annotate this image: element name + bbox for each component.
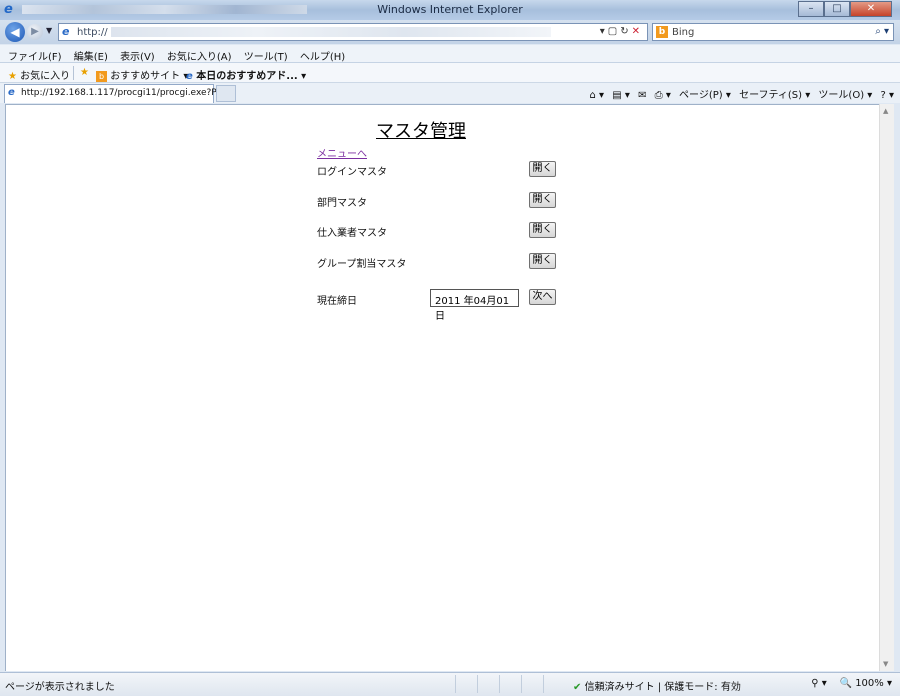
window-frame-edge [894,104,900,671]
web-slice-icon: e [186,71,193,82]
closing-date-label: 現在締日 [317,296,357,307]
bing-icon: b [656,26,668,38]
address-tools: ▾▢↻✕ [600,26,643,37]
menu-favorites[interactable]: お気に入り(A) [167,45,232,63]
favorites-bar: ★ お気に入り ★ b おすすめサイト ▾ e 本日のおすすめアド... ▾ [0,63,900,83]
menu-link[interactable]: メニューへ [317,145,367,160]
home-icon[interactable]: ⌂ ▾ [590,90,605,101]
tab-title: http://192.168.1.117/procgi11/procgi.exe… [21,88,224,98]
title-bar: e Windows Internet Explorer – □ ✕ [0,0,900,20]
suggested-sites-icon: b [96,71,107,82]
add-favorite-button[interactable]: ★ [80,67,89,78]
login-master-label: ログインマスタ [317,167,387,178]
favorites-label: お気に入り [20,71,71,82]
suggested-sites-label: おすすめサイト ▾ [110,71,189,82]
security-zone[interactable]: ✔ 信頼済みサイト | 保護モード: 有効 [573,678,741,693]
page-menu[interactable]: ページ(P) ▾ [679,90,731,101]
zoom-dropdown-icon[interactable]: ▾ [887,678,892,689]
closing-date-field[interactable]: 2011 年04月01 日 [430,289,519,322]
menu-tools[interactable]: ツール(T) [244,45,288,63]
forward-button[interactable]: ▶ [27,24,43,40]
menu-file[interactable]: ファイル(F) [8,45,62,63]
status-bar: ページが表示されました ✔ 信頼済みサイト | 保護モード: 有効 ⚲ ▾ 🔍 … [0,672,900,696]
open-department-master-button[interactable]: 開く [529,192,556,208]
print-icon[interactable]: ⎙ ▾ [655,90,671,101]
open-login-master-button[interactable]: 開く [529,161,556,177]
history-dropdown-icon[interactable]: ▼ [46,26,52,35]
checkmark-icon: ✔ [573,682,582,693]
group-assign-master-label: グループ割当マスタ [317,259,407,270]
window-title: Windows Internet Explorer [377,3,523,16]
address-toolbar: ◀ ▶ ▼ e http:// ▾▢↻✕ b Bing ⌕ ▾ [0,20,900,44]
security-zone-label: 信頼済みサイト | 保護モード: 有効 [584,682,741,693]
minimize-button[interactable]: – [798,1,824,17]
back-button[interactable]: ◀ [5,22,25,42]
add-favorite-icon: ★ [80,67,89,78]
page-content: マスタ管理 メニューへ ログインマスタ 開く 部門マスタ 開く 仕入業者マスタ … [5,104,879,671]
favorites-button[interactable]: ★ お気に入り [8,67,70,82]
command-bar: ⌂ ▾ ▤ ▾ ✉ ⎙ ▾ ページ(P) ▾ セーフティ(S) ▾ ツール(O)… [585,86,895,101]
zoom-control[interactable]: ⚲ ▾ 🔍 100% ▾ [811,678,892,689]
search-engine-label: Bing [672,27,695,38]
blurred-url-region [111,27,551,37]
feeds-icon[interactable]: ▤ ▾ [612,90,630,101]
stop-icon[interactable]: ✕ [632,26,643,37]
search-input[interactable]: b Bing ⌕ ▾ [652,23,894,41]
status-message: ページが表示されました [5,682,115,693]
menu-view[interactable]: 表示(V) [120,45,155,63]
menu-edit[interactable]: 編集(E) [74,45,108,63]
zoom-icon: 🔍 [839,678,852,689]
status-cells [455,675,565,693]
address-text: http:// [77,27,108,38]
refresh-icon[interactable]: ↻ [620,26,631,37]
scroll-up-icon[interactable]: ▲ [883,107,888,115]
open-group-assign-master-button[interactable]: 開く [529,253,556,269]
zoom-level: 100% [855,678,884,689]
supplier-master-label: 仕入業者マスタ [317,228,387,239]
tab-page-icon: e [8,87,15,98]
search-icon[interactable]: ⌕ ▾ [875,26,889,37]
open-supplier-master-button[interactable]: 開く [529,222,556,238]
compat-view-icon[interactable]: ▢ [608,26,620,37]
todays-pick-label: 本日のおすすめアド... ▾ [196,71,307,82]
vertical-scrollbar[interactable]: ▲ ▼ [879,104,894,671]
star-icon: ★ [8,71,17,82]
mail-icon[interactable]: ✉ [638,90,646,101]
scroll-down-icon[interactable]: ▼ [883,660,888,668]
tools-menu[interactable]: ツール(O) ▾ [818,90,872,101]
suggested-sites-link[interactable]: b おすすめサイト ▾ [96,67,188,82]
tab-current[interactable]: e http://192.168.1.117/procgi11/procgi.e… [4,84,224,103]
tab-bar: e http://192.168.1.117/procgi11/procgi.e… [0,83,900,103]
todays-pick-link[interactable]: e 本日のおすすめアド... ▾ [186,67,306,82]
department-master-label: 部門マスタ [317,198,367,209]
protected-mode-icon: ⚲ ▾ [811,678,827,689]
maximize-button[interactable]: □ [824,1,850,17]
new-tab-button[interactable] [216,85,236,102]
address-input[interactable]: e http:// ▾▢↻✕ [58,23,648,41]
address-dropdown-icon[interactable]: ▾ [600,26,608,37]
page-icon: e [62,25,70,38]
favorites-separator [73,66,74,80]
help-menu[interactable]: ? ▾ [880,90,894,101]
window-controls: – □ ✕ [798,1,892,17]
safety-menu[interactable]: セーフティ(S) ▾ [739,90,810,101]
menu-bar: ファイル(F) 編集(E) 表示(V) お気に入り(A) ツール(T) ヘルプ(… [0,45,900,63]
next-button[interactable]: 次へ [529,289,556,305]
page-title: マスタ管理 [376,121,466,142]
close-button[interactable]: ✕ [850,1,892,17]
menu-help[interactable]: ヘルプ(H) [300,45,345,63]
